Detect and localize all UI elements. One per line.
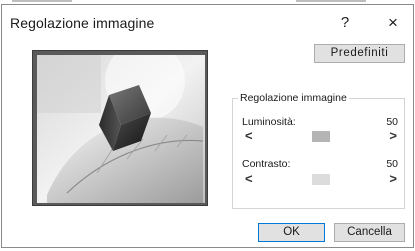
ok-button[interactable]: OK <box>258 223 325 242</box>
brightness-label: Luminosità: <box>242 116 296 128</box>
contrast-increase-arrow[interactable]: > <box>389 171 397 187</box>
group-label: Regolazione immagine <box>238 92 349 104</box>
brightness-decrease-arrow[interactable]: < <box>245 128 253 144</box>
image-preview <box>32 50 208 206</box>
defaults-button[interactable]: Predefiniti <box>314 44 405 63</box>
brightness-value: 50 <box>386 116 398 128</box>
contrast-slider[interactable]: < > <box>245 171 397 187</box>
adjustment-group <box>232 98 405 209</box>
strip-line <box>296 0 366 2</box>
title-bar: Regolazione immagine ? × <box>2 5 413 39</box>
contrast-decrease-arrow[interactable]: < <box>245 171 253 187</box>
cancel-button[interactable]: Cancella <box>334 223 405 242</box>
brightness-increase-arrow[interactable]: > <box>389 128 397 144</box>
contrast-value: 50 <box>386 158 398 170</box>
preview-image <box>37 55 205 203</box>
help-button[interactable]: ? <box>332 11 358 35</box>
dialog-title: Regolazione immagine <box>10 15 155 31</box>
strip-line <box>12 0 72 2</box>
brightness-slider-thumb[interactable] <box>312 131 330 142</box>
brightness-slider[interactable]: < > <box>245 128 397 144</box>
contrast-slider-thumb[interactable] <box>312 174 330 185</box>
close-button[interactable]: × <box>380 11 406 35</box>
contrast-label: Contrasto: <box>242 158 291 170</box>
